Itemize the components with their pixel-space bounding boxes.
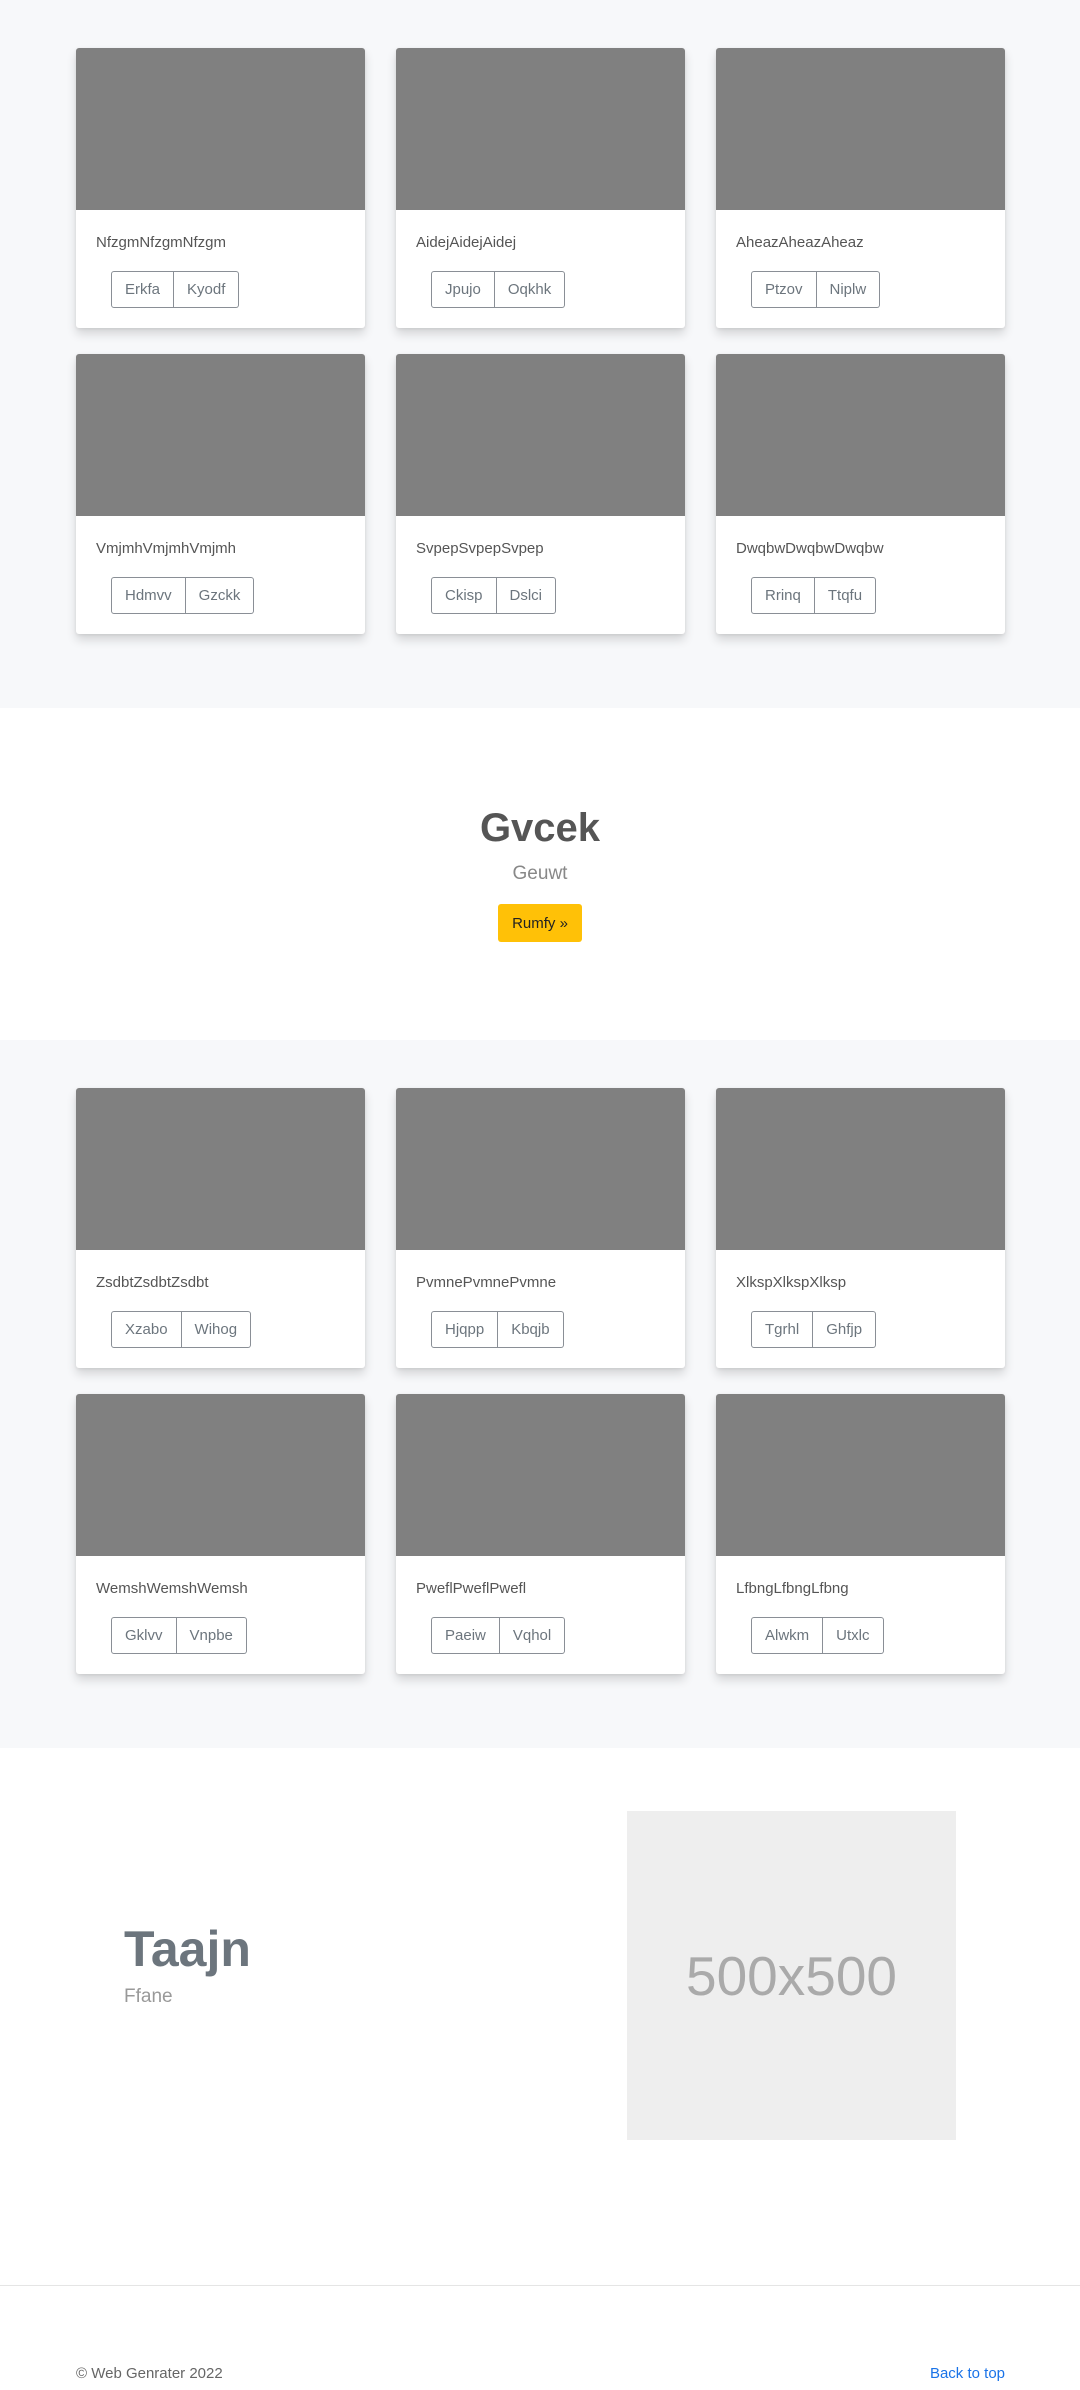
- feature-title: Taajn: [124, 1921, 251, 1977]
- card-button-group: Ptzov Niplw: [751, 271, 881, 308]
- card-grid: ZsdbtZsdbtZsdbt Xzabo Wihog PvmnePvmnePv…: [76, 1088, 1005, 1674]
- card-button[interactable]: Hjqpp: [431, 1311, 499, 1348]
- card-button[interactable]: Ttqfu: [814, 577, 877, 614]
- card-thumbnail: [76, 354, 365, 516]
- card-title: VmjmhVmjmhVmjmh: [96, 540, 237, 557]
- card-button[interactable]: Ckisp: [431, 577, 497, 614]
- card-button[interactable]: Dslci: [496, 577, 557, 614]
- card-thumbnail: [396, 1088, 685, 1250]
- card: WemshWemshWemsh Gklvv Vnpbe: [76, 1394, 365, 1674]
- card-button[interactable]: Utxlc: [823, 1617, 884, 1654]
- card-title: PweflPweflPwefl: [416, 1580, 527, 1597]
- card-thumbnail: [716, 48, 1005, 210]
- card-title: DwqbwDwqbwDwqbw: [736, 540, 884, 557]
- card-title: XlkspXlkspXlksp: [736, 1274, 847, 1291]
- card-button[interactable]: Gzckk: [185, 577, 255, 614]
- card-button[interactable]: Kyodf: [174, 271, 240, 308]
- card-button[interactable]: Jpujo: [431, 271, 495, 308]
- card: PweflPweflPwefl Paeiw Vqhol: [396, 1394, 685, 1674]
- card-button[interactable]: Rrinq: [751, 577, 815, 614]
- card-title: AheazAheazAheaz: [736, 234, 864, 251]
- album-section-bottom: ZsdbtZsdbtZsdbt Xzabo Wihog PvmnePvmnePv…: [0, 1040, 1080, 1748]
- card-button-group: Paeiw Vqhol: [431, 1617, 566, 1654]
- card-button[interactable]: Xzabo: [111, 1311, 182, 1348]
- card-button-group: Jpujo Oqkhk: [431, 271, 566, 308]
- feature-subtitle: Ffane: [124, 1986, 173, 2007]
- card-button-group: Rrinq Ttqfu: [751, 577, 877, 614]
- card-thumbnail: [76, 1394, 365, 1556]
- card-thumbnail: [396, 48, 685, 210]
- card-button[interactable]: Ghfjp: [813, 1311, 877, 1348]
- card: AidejAidejAidej Jpujo Oqkhk: [396, 48, 685, 328]
- card-button[interactable]: Vqhol: [499, 1617, 566, 1654]
- card-thumbnail: [76, 1088, 365, 1250]
- card-button-group: Ckisp Dslci: [431, 577, 557, 614]
- card-button-group: Gklvv Vnpbe: [111, 1617, 247, 1654]
- card-title: NfzgmNfzgmNfzgm: [96, 234, 227, 251]
- card-title: ZsdbtZsdbtZsdbt: [96, 1274, 209, 1291]
- card-button-group: Alwkm Utxlc: [751, 1617, 884, 1654]
- card-title: PvmnePvmnePvmne: [416, 1274, 557, 1291]
- card-title: AidejAidejAidej: [416, 234, 517, 251]
- placeholder-image-label: 500x500: [685, 1944, 898, 2007]
- card-thumbnail: [396, 354, 685, 516]
- card-thumbnail: [716, 1394, 1005, 1556]
- card-button[interactable]: Alwkm: [751, 1617, 824, 1654]
- card-button[interactable]: Ptzov: [751, 271, 817, 308]
- card-thumbnail: [716, 354, 1005, 516]
- card-button[interactable]: Wihog: [181, 1311, 252, 1348]
- card-button-group: Tgrhl Ghfjp: [751, 1311, 877, 1348]
- card-title: LfbngLfbngLfbng: [736, 1580, 849, 1597]
- card: VmjmhVmjmhVmjmh Hdmvv Gzckk: [76, 354, 365, 634]
- card-button[interactable]: Hdmvv: [111, 577, 186, 614]
- hero-cta-button[interactable]: Rumfy »: [498, 904, 582, 942]
- copyright-text: © Web Genrater 2022: [76, 2365, 223, 2382]
- placeholder-image: 500x500: [627, 1811, 956, 2140]
- card-button[interactable]: Paeiw: [431, 1617, 500, 1654]
- card-button[interactable]: Erkfa: [111, 271, 175, 308]
- card-thumbnail: [716, 1088, 1005, 1250]
- footer: © Web Genrater 2022 Back to top: [0, 2285, 1080, 2390]
- card: ZsdbtZsdbtZsdbt Xzabo Wihog: [76, 1088, 365, 1368]
- card-button-group: Xzabo Wihog: [111, 1311, 252, 1348]
- card: DwqbwDwqbwDwqbw Rrinq Ttqfu: [716, 354, 1005, 634]
- card-button[interactable]: Kbqjb: [498, 1311, 564, 1348]
- card-button[interactable]: Niplw: [816, 271, 881, 308]
- card-button-group: Erkfa Kyodf: [111, 271, 240, 308]
- card-thumbnail: [76, 48, 365, 210]
- card: XlkspXlkspXlksp Tgrhl Ghfjp: [716, 1088, 1005, 1368]
- hero-section: Gvcek Geuwt Rumfy »: [0, 708, 1080, 1040]
- card: SvpepSvpepSvpep Ckisp Dslci: [396, 354, 685, 634]
- card-button[interactable]: Tgrhl: [751, 1311, 814, 1348]
- card-button[interactable]: Oqkhk: [494, 271, 566, 308]
- card: PvmnePvmnePvmne Hjqpp Kbqjb: [396, 1088, 685, 1368]
- card-title: WemshWemshWemsh: [96, 1580, 248, 1597]
- card-title: SvpepSvpepSvpep: [416, 540, 544, 557]
- album-section-top: NfzgmNfzgmNfzgm Erkfa Kyodf AidejAidejAi…: [0, 0, 1080, 708]
- back-to-top-link[interactable]: Back to top: [930, 2365, 1005, 2382]
- card: LfbngLfbngLfbng Alwkm Utxlc: [716, 1394, 1005, 1674]
- card-button[interactable]: Vnpbe: [176, 1617, 247, 1654]
- hero-title: Gvcek: [479, 806, 601, 850]
- card-thumbnail: [396, 1394, 685, 1556]
- card-button-group: Hjqpp Kbqjb: [431, 1311, 564, 1348]
- card-button[interactable]: Gklvv: [111, 1617, 177, 1654]
- hero-subtitle: Geuwt: [512, 863, 568, 884]
- card: AheazAheazAheaz Ptzov Niplw: [716, 48, 1005, 328]
- feature-section: Taajn Ffane 500x500: [0, 1748, 1080, 2285]
- card-button-group: Hdmvv Gzckk: [111, 577, 255, 614]
- card-grid: NfzgmNfzgmNfzgm Erkfa Kyodf AidejAidejAi…: [76, 48, 1005, 634]
- card: NfzgmNfzgmNfzgm Erkfa Kyodf: [76, 48, 365, 328]
